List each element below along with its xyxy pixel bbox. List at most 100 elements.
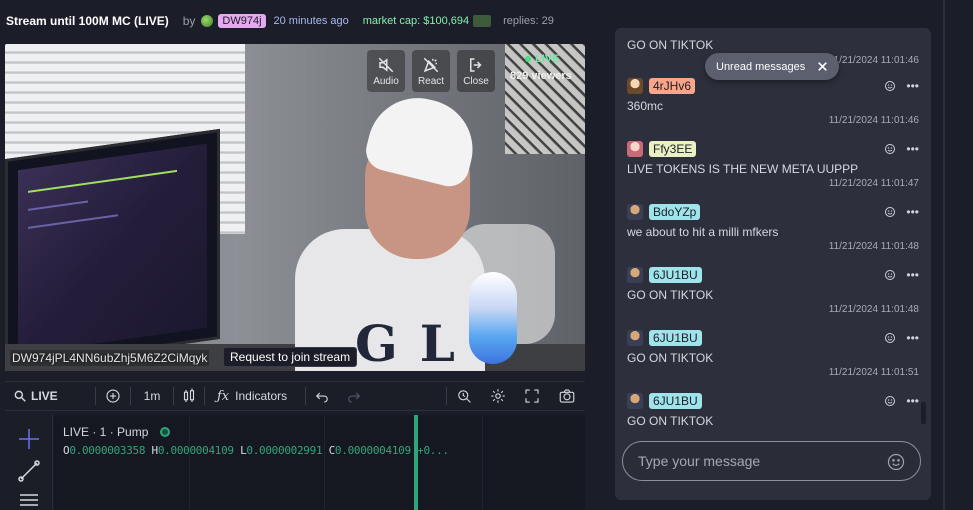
interval-button[interactable]: 1m <box>131 382 173 410</box>
chat-message: BdoYZp ••• we about to hit a milli mfker… <box>627 203 919 252</box>
emoji-icon[interactable] <box>886 452 906 472</box>
viewer-count: 829 viewers <box>510 70 572 82</box>
chart-type-button[interactable] <box>174 382 204 410</box>
low-value: 0.0000002991 <box>246 444 323 457</box>
undo-button[interactable] <box>306 382 338 410</box>
audio-label: Audio <box>373 75 399 87</box>
fullscreen-button[interactable] <box>515 382 549 410</box>
username-link[interactable]: BdoYZp <box>649 204 701 220</box>
message-time: 11/21/2024 11:01:48 <box>828 241 919 252</box>
more-options-icon[interactable]: ••• <box>906 142 919 156</box>
username-link[interactable]: Ffy3EE <box>649 141 697 157</box>
react-label: React <box>417 75 445 87</box>
user-avatar <box>627 393 643 409</box>
panel-divider <box>943 0 945 510</box>
more-options-icon[interactable]: ••• <box>906 205 919 219</box>
username-link[interactable]: 6JU1BU <box>649 393 702 409</box>
message-input-box[interactable] <box>622 441 921 481</box>
user-avatar <box>627 267 643 283</box>
request-join-button[interactable]: Request to join stream <box>223 347 358 367</box>
message-text: GO ON TIKTOK <box>627 351 714 365</box>
plus-circle-icon <box>106 389 120 403</box>
trend-line-icon[interactable] <box>17 459 41 483</box>
drawing-toolbar <box>5 415 53 510</box>
fib-lines-icon[interactable] <box>17 491 41 510</box>
message-text: GO ON TIKTOK <box>627 38 714 52</box>
chart-legend-label: LIVE · 1 · Pump <box>63 425 149 439</box>
quick-search-button[interactable] <box>447 382 481 410</box>
user-avatar <box>627 78 643 94</box>
username-link[interactable]: 6JU1BU <box>649 267 702 283</box>
user-avatar <box>627 330 643 346</box>
stream-address: DW974jPL4NN6ubZhj5M6Z2CiMqyk <box>10 350 210 366</box>
creator-link[interactable]: DW974j <box>218 14 266 28</box>
exit-icon <box>470 57 482 72</box>
video-shirt-print: GL <box>355 314 477 371</box>
open-value: 0.0000003358 <box>69 444 146 457</box>
price-chart[interactable]: LIVE · 1 · Pump O0.0000003358 H0.0000004… <box>54 415 585 510</box>
chat-message: 4rJHv6 ••• 360mc 11/21/2024 11:01:46 <box>627 77 919 126</box>
grid-line <box>189 415 190 510</box>
more-options-icon[interactable]: ••• <box>906 79 919 93</box>
more-options-icon[interactable]: ••• <box>906 394 919 408</box>
chat-message: 6JU1BU ••• GO ON TIKTOK 11/21/2024 11:01… <box>627 329 919 378</box>
crosshair-icon[interactable] <box>17 427 41 451</box>
compare-button[interactable] <box>96 382 130 410</box>
message-text: GO ON TIKTOK <box>627 288 714 302</box>
symbol-search[interactable]: LIVE <box>5 382 95 410</box>
more-options-icon[interactable]: ••• <box>906 331 919 345</box>
chat-message: 6JU1BU ••• GO ON TIKTOK <box>627 392 919 428</box>
coin-header: Stream until 100M MC (LIVE) by DW974j 20… <box>6 12 554 30</box>
party-popper-icon <box>423 57 439 72</box>
message-time: 11/21/2024 11:01:51 <box>828 367 919 378</box>
screenshot-button[interactable] <box>549 382 585 410</box>
chat-message: Ffy3EE ••• LIVE TOKENS IS THE NEW META U… <box>627 140 919 189</box>
message-text: LIVE TOKENS IS THE NEW META UUPPP <box>627 162 859 176</box>
settings-button[interactable] <box>481 382 515 410</box>
chart-toolbar: LIVE 1m ƒx Indicators <box>5 381 585 411</box>
candles-icon <box>183 388 195 402</box>
gear-icon <box>491 389 505 403</box>
coin-thumbnail-icon <box>473 15 492 27</box>
grid-line <box>324 415 325 510</box>
live-indicator: LIVE <box>525 53 559 65</box>
redo-button[interactable] <box>338 382 370 410</box>
smiley-icon[interactable] <box>884 395 896 407</box>
camera-icon <box>559 389 575 403</box>
close-label: Close <box>463 75 489 87</box>
fullscreen-icon <box>525 389 539 403</box>
smiley-icon[interactable] <box>884 143 896 155</box>
unread-messages-button[interactable]: Unread messages <box>705 53 839 80</box>
replies-count: replies: 29 <box>503 15 554 27</box>
message-text: GO ON TIKTOK <box>627 414 714 428</box>
smiley-icon[interactable] <box>884 80 896 92</box>
smiley-icon[interactable] <box>884 269 896 281</box>
market-cap: market cap: $100,694 <box>362 15 470 27</box>
speaker-muted-icon <box>378 57 394 72</box>
chat-message: 6JU1BU ••• GO ON TIKTOK 11/21/2024 11:01… <box>627 266 919 315</box>
username-link[interactable]: 4rJHv6 <box>649 78 696 94</box>
live-dot-icon <box>525 56 531 62</box>
smiley-icon[interactable] <box>884 332 896 344</box>
message-input[interactable] <box>638 453 868 469</box>
username-link[interactable]: 6JU1BU <box>649 330 702 346</box>
live-label: LIVE <box>535 53 560 65</box>
message-time: 11/21/2024 11:01:46 <box>828 115 919 126</box>
close-button[interactable]: Close <box>457 50 495 92</box>
smiley-icon[interactable] <box>884 206 896 218</box>
message-text: we about to hit a milli mfkers <box>627 225 779 239</box>
symbol-label: LIVE <box>31 389 58 403</box>
grid-line <box>482 415 483 510</box>
candle <box>414 415 418 510</box>
audio-button[interactable]: Audio <box>367 50 405 92</box>
indicators-label: Indicators <box>235 389 288 403</box>
app-root: Stream until 100M MC (LIVE) by DW974j 20… <box>0 0 973 510</box>
search-icon <box>14 390 26 402</box>
live-stream-video[interactable]: GL Audio React Close LIVE 829 viewers DW… <box>5 44 585 371</box>
react-button[interactable]: React <box>412 50 450 92</box>
close-icon[interactable] <box>816 60 829 73</box>
indicators-button[interactable]: ƒx Indicators <box>205 382 305 410</box>
chat-scrollbar[interactable] <box>921 402 926 424</box>
message-time: 11/21/2024 11:01:48 <box>828 304 919 315</box>
more-options-icon[interactable]: ••• <box>906 268 919 282</box>
